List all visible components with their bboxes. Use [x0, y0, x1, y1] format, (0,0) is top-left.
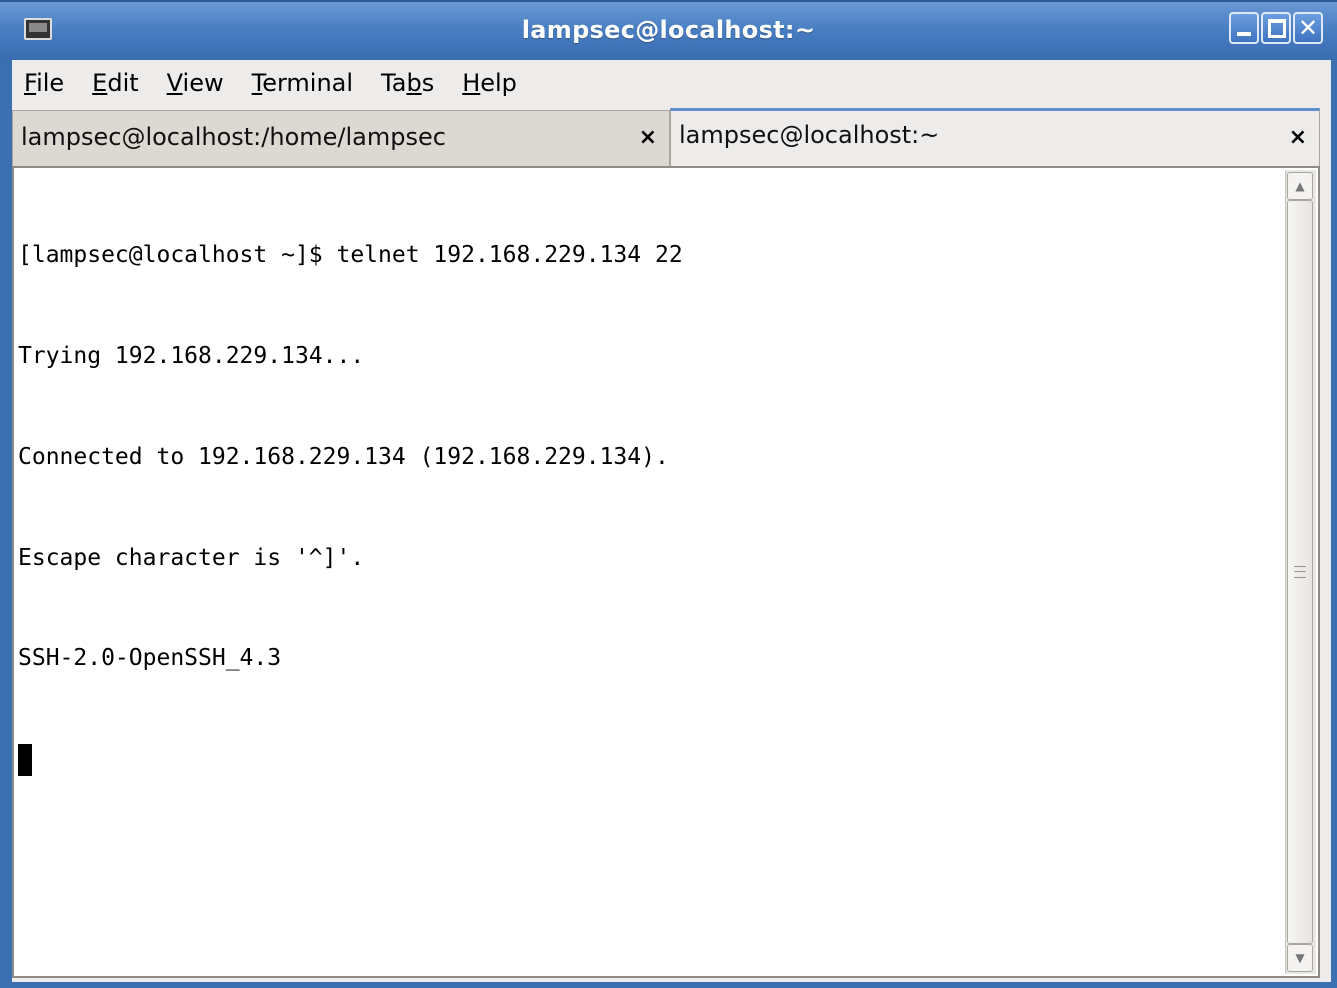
scroll-down-arrow-icon[interactable]: ▼: [1287, 944, 1313, 972]
tab-label: lampsec@localhost:~: [679, 121, 940, 149]
close-window-button[interactable]: ✕: [1293, 12, 1323, 44]
tab-localhost-home[interactable]: lampsec@localhost:~ ×: [670, 108, 1320, 166]
close-tab-icon[interactable]: ×: [639, 125, 657, 150]
maximize-button[interactable]: [1261, 12, 1291, 44]
terminal-window: lampsec@localhost:~ ✕ File Edit View Ter…: [0, 0, 1337, 988]
terminal-line: Connected to 192.168.229.134 (192.168.22…: [18, 443, 669, 470]
minimize-button[interactable]: [1229, 12, 1259, 44]
grip-icon: [1294, 566, 1306, 578]
tab-home-lampsec[interactable]: lampsec@localhost:/home/lampsec ×: [12, 110, 670, 166]
tab-label: lampsec@localhost:/home/lampsec: [21, 123, 446, 151]
menu-terminal[interactable]: Terminal: [252, 69, 353, 97]
window-controls: ✕: [1229, 12, 1323, 44]
terminal-line: [lampsec@localhost ~]$ telnet 192.168.22…: [18, 242, 683, 269]
vertical-scrollbar[interactable]: ▲ ▼: [1285, 170, 1316, 974]
menu-bar: File Edit View Terminal Tabs Help: [12, 60, 545, 106]
menu-edit[interactable]: Edit: [92, 69, 138, 97]
terminal-area[interactable]: [lampsec@localhost ~]$ telnet 192.168.22…: [12, 166, 1320, 978]
tab-bar: lampsec@localhost:/home/lampsec × lampse…: [12, 108, 1320, 166]
cursor-line: [18, 743, 1278, 777]
title-bar[interactable]: lampsec@localhost:~ ✕: [0, 0, 1337, 60]
menu-file[interactable]: File: [24, 69, 64, 97]
menu-view[interactable]: View: [167, 69, 224, 97]
scroll-up-arrow-icon[interactable]: ▲: [1287, 172, 1313, 200]
window-title: lampsec@localhost:~: [521, 16, 816, 44]
text-cursor: [18, 744, 32, 777]
scrollbar-thumb[interactable]: [1287, 200, 1313, 944]
terminal-line: SSH-2.0-OpenSSH_4.3: [18, 645, 282, 672]
menu-tabs[interactable]: Tabs: [381, 69, 434, 97]
terminal-output: [lampsec@localhost ~]$ telnet 192.168.22…: [18, 172, 1278, 844]
terminal-line: Trying 192.168.229.134...: [18, 342, 365, 369]
menu-help[interactable]: Help: [462, 69, 517, 97]
close-tab-icon[interactable]: ×: [1289, 125, 1307, 150]
terminal-line: Escape character is '^]'.: [18, 544, 365, 571]
